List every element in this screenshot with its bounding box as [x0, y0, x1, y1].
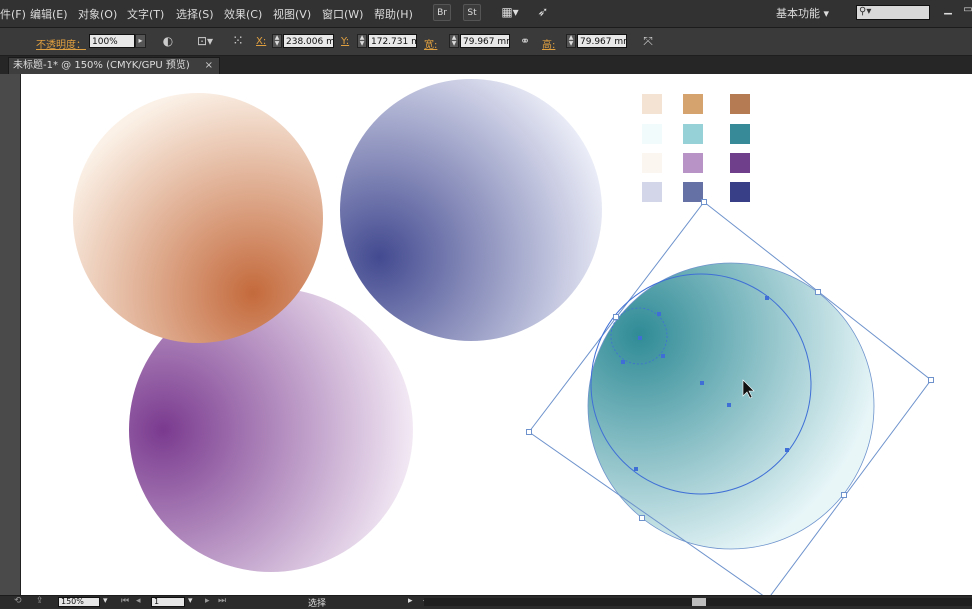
reference-point-icon[interactable]: ⁙: [230, 34, 246, 49]
color-swatch[interactable]: [683, 124, 703, 144]
height-stepper[interactable]: ▲ ▼: [566, 34, 576, 48]
arrange-documents-icon[interactable]: ▦▾: [498, 4, 522, 21]
zoom-dropdown-icon[interactable]: ▾: [103, 596, 108, 606]
align-options-icon[interactable]: ⊡▾: [194, 34, 216, 49]
export-icon[interactable]: ⇪: [36, 596, 44, 606]
bounding-box-handle[interactable]: [526, 429, 532, 435]
color-swatch[interactable]: [683, 94, 703, 114]
document-tab-bar: 未标题-1* @ 150% (CMYK/GPU 预览) ×: [0, 56, 972, 74]
stock-button[interactable]: St: [463, 4, 481, 21]
anchor-point[interactable]: [661, 354, 665, 358]
recolor-artwork-icon[interactable]: ◐: [160, 34, 176, 49]
rotate-view-icon[interactable]: ⟲: [14, 596, 22, 606]
status-bar: ⟲ ⇪ 150% ▾ ⏮ ◂ 1 ▾ ▸ ⏭ 选择 ▸ ◂: [0, 595, 972, 609]
transform-icon[interactable]: ⤧: [640, 34, 656, 49]
rocket-icon[interactable]: ➶: [534, 4, 552, 21]
bounding-box-handle[interactable]: [841, 492, 847, 498]
menu-file[interactable]: 件(F): [0, 6, 26, 22]
color-swatch[interactable]: [642, 124, 662, 144]
color-swatch[interactable]: [642, 182, 662, 202]
tools-panel-edge: [0, 74, 21, 595]
color-swatch[interactable]: [642, 153, 662, 173]
width-stepper[interactable]: ▲ ▼: [449, 34, 459, 48]
menu-view[interactable]: 视图(V): [273, 6, 311, 22]
close-tab-icon[interactable]: ×: [205, 58, 213, 73]
swatch-grid: [642, 94, 750, 202]
workspace-switcher[interactable]: 基本功能 ▾: [776, 5, 842, 22]
menu-effect[interactable]: 效果(C): [224, 6, 262, 22]
menu-object[interactable]: 对象(O): [78, 6, 117, 22]
menu-type[interactable]: 文字(T): [127, 6, 164, 22]
bounding-box-handle[interactable]: [928, 377, 934, 383]
current-tool-label: 选择: [308, 599, 327, 609]
document-tab[interactable]: 未标题-1* @ 150% (CMYK/GPU 预览) ×: [8, 57, 220, 74]
y-stepper[interactable]: ▲ ▼: [357, 34, 367, 48]
color-swatch[interactable]: [730, 182, 750, 202]
zoom-field[interactable]: 150%: [58, 597, 100, 607]
orange-gradient-circle[interactable]: [73, 93, 323, 343]
menu-select[interactable]: 选择(S): [176, 6, 214, 22]
color-swatch[interactable]: [683, 153, 703, 173]
menu-window[interactable]: 窗口(W): [322, 6, 363, 22]
first-artboard-icon[interactable]: ⏮: [121, 596, 129, 606]
bounding-box-handle[interactable]: [701, 199, 707, 205]
opacity-field[interactable]: 100%: [89, 34, 135, 48]
anchor-point[interactable]: [700, 381, 704, 385]
opacity-label[interactable]: 不透明度：: [36, 36, 86, 51]
bounding-box-handle[interactable]: [613, 314, 619, 320]
anchor-point[interactable]: [621, 360, 625, 364]
color-swatch[interactable]: [730, 153, 750, 173]
horizontal-scrollbar[interactable]: [424, 598, 972, 606]
artboard-canvas[interactable]: [21, 74, 972, 595]
bounding-box-handle[interactable]: [639, 515, 645, 521]
anchor-point[interactable]: [657, 312, 661, 316]
x-stepper[interactable]: ▲ ▼: [272, 34, 282, 48]
minimize-button[interactable]: ▁: [940, 4, 956, 18]
color-swatch[interactable]: [730, 124, 750, 144]
color-swatch[interactable]: [730, 94, 750, 114]
height-field[interactable]: 79.967 mm: [577, 34, 627, 48]
menu-edit[interactable]: 编辑(E): [30, 6, 68, 22]
anchor-point[interactable]: [638, 336, 642, 340]
next-artboard-icon[interactable]: ▸: [205, 596, 210, 606]
width-label: 宽:: [424, 40, 438, 51]
anchor-point[interactable]: [785, 448, 789, 452]
search-input[interactable]: ⚲▾: [856, 5, 930, 20]
status-menu-icon[interactable]: ▸: [408, 596, 413, 606]
restore-button[interactable]: ▭: [960, 4, 972, 18]
search-icon: ⚲▾: [859, 6, 872, 17]
height-label: 高:: [542, 40, 556, 51]
anchor-point[interactable]: [727, 403, 731, 407]
horizontal-scroll-thumb[interactable]: [692, 598, 706, 606]
constrain-proportions-icon[interactable]: ⚭: [517, 34, 533, 49]
anchor-point[interactable]: [634, 467, 638, 471]
menu-help[interactable]: 帮助(H): [374, 6, 413, 22]
prev-artboard-icon[interactable]: ◂: [136, 596, 141, 606]
control-bar: 不透明度： 100% ▸ ◐ ⊡▾ ⁙ X: ▲ ▼ 238.006 m Y: ▲…: [0, 28, 972, 56]
menu-bar: 件(F) 编辑(E) 对象(O) 文字(T) 选择(S) 效果(C) 视图(V)…: [0, 0, 972, 28]
blue-gradient-circle[interactable]: [340, 79, 602, 341]
y-field[interactable]: 172.731 m: [368, 34, 417, 48]
artboard-number-field[interactable]: 1: [151, 597, 185, 607]
artwork-svg: [73, 79, 934, 595]
x-field[interactable]: 238.006 m: [283, 34, 334, 48]
bounding-box-handle[interactable]: [815, 289, 821, 295]
artboard-dropdown-icon[interactable]: ▾: [188, 596, 193, 606]
document-tab-title: 未标题-1* @ 150% (CMYK/GPU 预览): [13, 60, 190, 71]
color-swatch[interactable]: [642, 94, 662, 114]
last-artboard-icon[interactable]: ⏭: [218, 596, 226, 606]
bridge-button[interactable]: Br: [433, 4, 451, 21]
width-field[interactable]: 79.967 mm: [460, 34, 510, 48]
color-swatch[interactable]: [683, 182, 703, 202]
y-label: Y:: [341, 36, 350, 47]
x-label: X:: [256, 36, 267, 47]
anchor-point[interactable]: [765, 296, 769, 300]
opacity-dropdown-arrow[interactable]: ▸: [135, 34, 146, 48]
